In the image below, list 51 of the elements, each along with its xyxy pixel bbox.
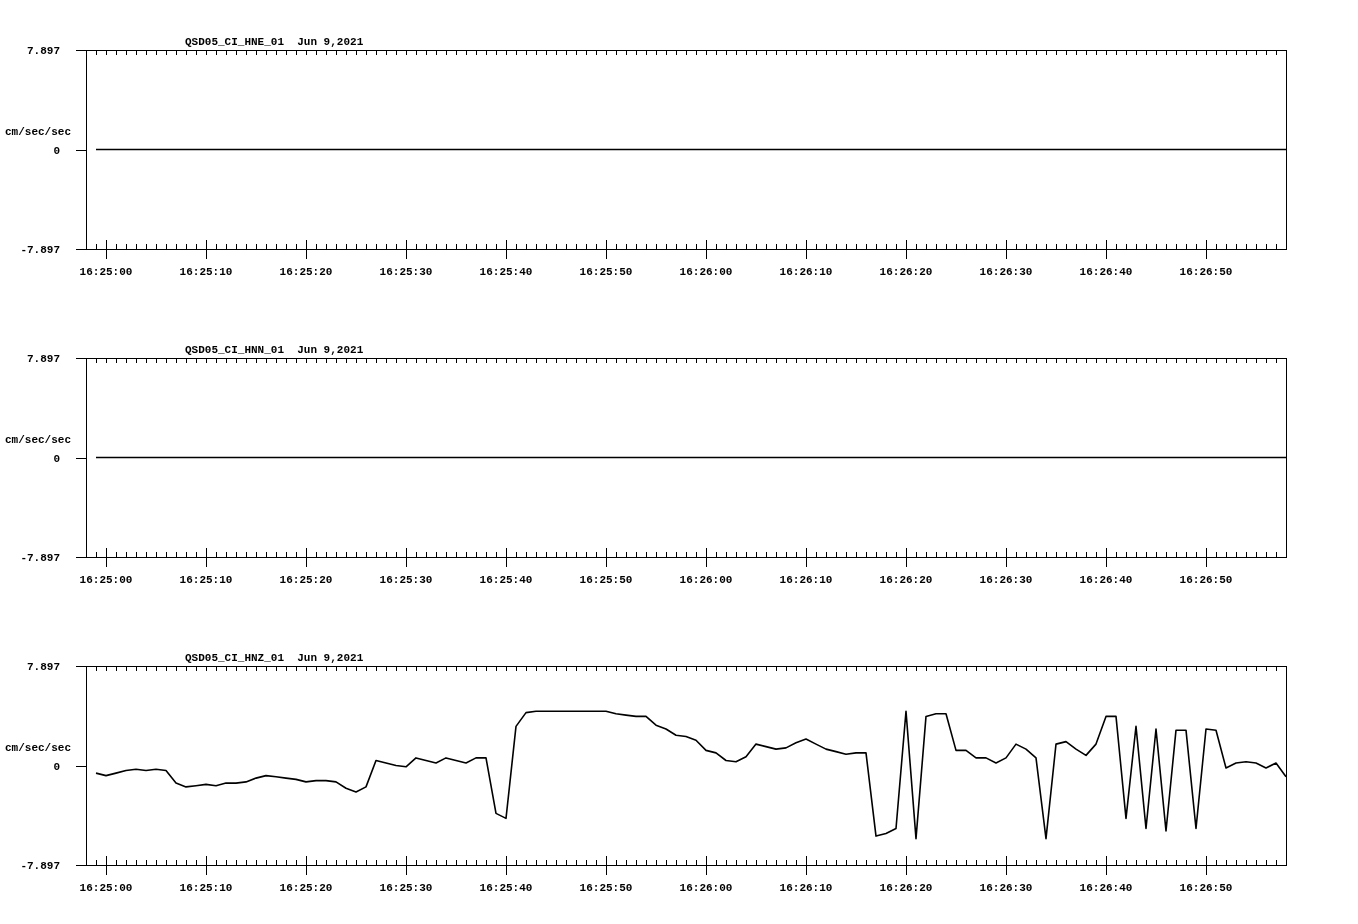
axis-label: cm/sec/sec [5,126,71,138]
tick-label: 16:26:30 [979,574,1033,586]
tick-label: 16:26:30 [979,266,1033,278]
tick-label: 7.897 [27,45,60,57]
tick-label: 16:26:40 [1079,882,1133,894]
tick-label: 16:26:50 [1179,266,1233,278]
axis-label: cm/sec/sec [5,742,71,754]
tick-label: 16:25:40 [479,882,533,894]
tick-label: -7.897 [20,244,60,256]
tick-label: 16:25:00 [79,574,133,586]
tick-label: -7.897 [20,860,60,872]
chart-title: QSD05_CI_HNZ_01 Jun 9,2021 [185,652,364,664]
tick-label: 16:25:30 [379,266,433,278]
tick-label: 16:26:00 [679,882,733,894]
tick-label: 16:25:50 [579,882,633,894]
tick-label: 16:25:00 [79,266,133,278]
tick-label: 16:25:50 [579,574,633,586]
tick-label: 16:25:00 [79,882,133,894]
tick-label: 16:26:00 [679,266,733,278]
tick-label: 0 [53,144,60,157]
tick-label: -7.897 [20,552,60,564]
tick-label: 16:26:40 [1079,266,1133,278]
chart-title: QSD05_CI_HNN_01 Jun 9,2021 [185,344,364,356]
tick-label: 16:25:30 [379,882,433,894]
tick-label: 16:25:20 [279,574,333,586]
tick-label: 16:26:10 [779,574,833,586]
tick-label: 16:25:40 [479,574,533,586]
tick-label: 16:26:10 [779,266,833,278]
tick-label: 16:25:20 [279,882,333,894]
tick-label: 16:25:30 [379,574,433,586]
tick-label: 16:26:40 [1079,574,1133,586]
tick-label: 16:26:50 [1179,574,1233,586]
tick-label: 0 [53,760,60,773]
tick-label: 16:25:10 [179,882,233,894]
tick-label: 16:26:20 [879,574,933,586]
axis-label: cm/sec/sec [5,434,71,446]
tick-label: 16:25:50 [579,266,633,278]
tick-label: 0 [53,452,60,465]
tick-label: 7.897 [27,661,60,673]
tick-label: 16:26:20 [879,882,933,894]
tick-label: 16:26:50 [1179,882,1233,894]
tick-label: 16:25:10 [179,266,233,278]
tick-label: 16:25:20 [279,266,333,278]
tick-label: 16:26:20 [879,266,933,278]
tick-label: 16:25:40 [479,266,533,278]
chart-title: QSD05_CI_HNE_01 Jun 9,2021 [185,36,364,48]
tick-label: 7.897 [27,353,60,365]
tick-label: 16:26:00 [679,574,733,586]
tick-label: 16:26:30 [979,882,1033,894]
tick-label: 16:25:10 [179,574,233,586]
tick-label: 16:26:10 [779,882,833,894]
